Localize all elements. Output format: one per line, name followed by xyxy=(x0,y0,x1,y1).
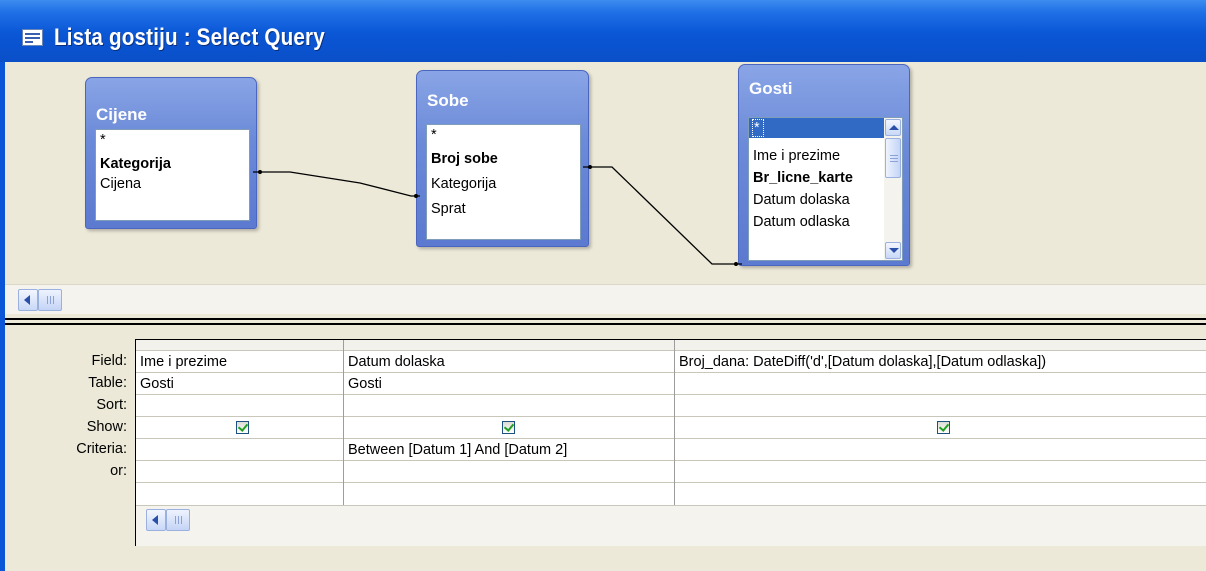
grid-cell-or[interactable] xyxy=(675,461,1206,483)
join-line-kategorija xyxy=(253,171,420,197)
grid-cell-field[interactable]: Datum dolaska xyxy=(344,351,674,373)
row-label-or: or: xyxy=(110,463,127,479)
join-endpoint xyxy=(414,194,418,198)
grid-cell-sort[interactable] xyxy=(344,395,674,417)
join-line-broj-sobe xyxy=(583,166,742,265)
grid-column-3: Broj_dana: DateDiff('d',[Datum dolaska],… xyxy=(675,340,1206,505)
grid-column-1: Ime i prezime Gosti xyxy=(136,340,344,505)
grid-cell-or[interactable] xyxy=(136,461,343,483)
row-label-field: Field: xyxy=(91,353,127,369)
grid-cell-table[interactable]: Gosti xyxy=(344,373,674,395)
scrollbar-thumb[interactable] xyxy=(166,509,190,531)
grid-cell-show xyxy=(344,417,674,439)
grid-cell-or[interactable] xyxy=(344,461,674,483)
grid-cell-criteria[interactable] xyxy=(675,439,1206,461)
grid-cell-table[interactable] xyxy=(675,373,1206,395)
scroll-left-arrow-icon[interactable] xyxy=(18,289,38,311)
join-lines xyxy=(253,165,742,266)
grid-scrollbar[interactable] xyxy=(136,505,1206,546)
scroll-left-arrow-icon[interactable] xyxy=(146,509,166,531)
row-label-criteria: Criteria: xyxy=(76,441,127,457)
scrollbar-thumb[interactable] xyxy=(38,289,62,311)
column-selector[interactable] xyxy=(344,340,674,351)
join-endpoint xyxy=(588,165,592,169)
column-selector[interactable] xyxy=(675,340,1206,351)
grid-cell-sort[interactable] xyxy=(675,395,1206,417)
grid-cell-field[interactable]: Broj_dana: DateDiff('d',[Datum dolaska],… xyxy=(675,351,1206,373)
join-endpoint xyxy=(734,262,738,266)
grid-cell-show xyxy=(136,417,343,439)
pane-splitter[interactable] xyxy=(5,314,1206,330)
grid-cell-criteria[interactable] xyxy=(136,439,343,461)
diagram-scrollbar[interactable] xyxy=(5,284,1206,315)
query-window: Lista gostiju : Select Query Cijene * Ka… xyxy=(0,0,1206,571)
row-label-show: Show: xyxy=(86,419,127,435)
join-endpoint xyxy=(258,170,262,174)
row-label-sort: Sort: xyxy=(96,397,127,413)
column-selector[interactable] xyxy=(136,340,343,351)
grid-column-2: Datum dolaska Gosti Between [Datum 1] An… xyxy=(344,340,675,505)
design-grid: Ime i prezime Gosti Datum dolaska Gosti … xyxy=(135,339,1206,546)
grid-cell-show xyxy=(675,417,1206,439)
checkbox-checked-icon[interactable] xyxy=(236,421,249,434)
grid-cell-table[interactable]: Gosti xyxy=(136,373,343,395)
grid-cell-sort[interactable] xyxy=(136,395,343,417)
query-design-grid-pane: Field: Table: Sort: Show: Criteria: or: … xyxy=(5,330,1206,571)
grid-cell-field[interactable]: Ime i prezime xyxy=(136,351,343,373)
row-label-table: Table: xyxy=(88,375,127,391)
grid-cell-criteria[interactable]: Between [Datum 1] And [Datum 2] xyxy=(344,439,674,461)
checkbox-checked-icon[interactable] xyxy=(937,421,950,434)
checkbox-checked-icon[interactable] xyxy=(502,421,515,434)
